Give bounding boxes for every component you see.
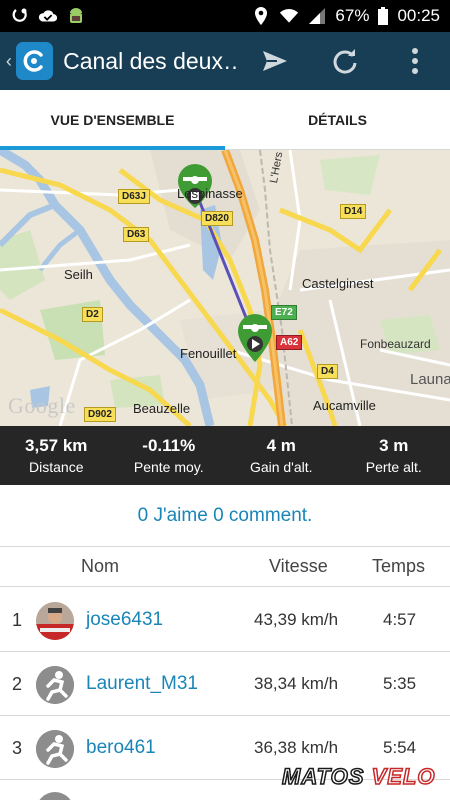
- stat-value: 4 m: [266, 436, 296, 455]
- segment-stats: 3,57 km Distance -0.11% Pente moy. 4 m G…: [0, 426, 450, 485]
- app-logo[interactable]: [15, 42, 54, 80]
- avatar[interactable]: [36, 730, 74, 768]
- location-icon: [255, 7, 268, 25]
- column-header-name[interactable]: Nom: [81, 556, 119, 577]
- tab-overview[interactable]: VUE D'ENSEMBLE: [0, 90, 225, 150]
- table-row[interactable]: 2 Laurent_M31 38,34 km/h 5:35: [0, 652, 450, 716]
- wifi-icon: [280, 9, 299, 23]
- user-photo-icon: [36, 602, 74, 640]
- athlete-name-link[interactable]: bero461: [86, 716, 156, 780]
- stat-label: Gain d'alt.: [249, 459, 313, 475]
- athlete-name-link[interactable]: Laurent_M31: [86, 652, 198, 716]
- stat-label: Perte alt.: [365, 459, 422, 475]
- check-cloud-icon: [38, 10, 58, 22]
- stat-value: -0.11%: [142, 436, 196, 455]
- map-label-fenouillet: Fenouillet: [180, 346, 237, 361]
- road-tag-d4: D4: [317, 364, 338, 379]
- road-tag-d820: D820: [201, 211, 233, 226]
- send-button[interactable]: [240, 32, 310, 90]
- athlete-name-link[interactable]: jose6431: [86, 588, 163, 652]
- rank: 3: [12, 737, 23, 758]
- refresh-icon: [333, 49, 357, 74]
- leaderboard-header: Nom Vitesse Temps: [0, 547, 450, 587]
- battery-icon: [378, 7, 389, 25]
- refresh-button[interactable]: [310, 32, 380, 90]
- send-icon: [263, 51, 287, 71]
- stat-label: Distance: [29, 459, 84, 475]
- watermark-logo: MATOS VELO: [281, 763, 436, 790]
- speed-value: 38,34 km/h: [254, 674, 339, 693]
- status-bar: 67% 00:25: [0, 0, 450, 32]
- stat-distance: 3,57 km Distance: [0, 426, 113, 485]
- app-bar: ‹ Canal des deux…: [0, 32, 450, 90]
- tab-details[interactable]: DÉTAILS: [225, 90, 450, 149]
- time-value: 4:57: [383, 610, 417, 629]
- column-header-speed[interactable]: Vitesse: [269, 556, 328, 577]
- road-tag-e72: E72: [271, 305, 297, 320]
- map-label-seilh: Seilh: [64, 267, 93, 282]
- overflow-menu-button[interactable]: [380, 32, 450, 90]
- sync-icon: [12, 8, 27, 22]
- route-map[interactable]: Lespinasse L'Hers Castelginest Fonbeauza…: [0, 150, 450, 426]
- road-tag-d63: D63: [123, 227, 150, 242]
- android-icon: [70, 8, 82, 23]
- google-attribution: Google: [8, 393, 76, 418]
- back-chevron-icon[interactable]: ‹: [2, 32, 16, 90]
- app-logo-icon: [23, 50, 44, 72]
- table-row[interactable]: 1 jose6431 43,39 km/h 4:57: [0, 588, 450, 652]
- map-label-lespinasse: Lespinasse: [177, 186, 243, 201]
- rank: 1: [12, 609, 23, 630]
- road-tag-d902: D902: [84, 407, 116, 422]
- watermark-part1: MATOS: [281, 763, 365, 790]
- stat-elevation-loss: 3 m Perte alt.: [338, 426, 450, 485]
- rank: 2: [12, 673, 23, 694]
- stat-label: Pente moy.: [133, 459, 204, 475]
- next-row-avatar-partial: [36, 792, 74, 800]
- signal-icon: [309, 8, 326, 24]
- stat-avg-grade: -0.11% Pente moy.: [113, 426, 226, 485]
- overflow-menu-icon: [412, 48, 418, 74]
- speed-value: 43,39 km/h: [254, 610, 339, 629]
- default-cyclist-icon: [36, 730, 74, 768]
- map-label-aucamville: Aucamville: [313, 398, 376, 413]
- stat-elevation-gain: 4 m Gain d'alt.: [225, 426, 338, 485]
- road-tag-a62: A62: [276, 335, 303, 350]
- tab-bar: VUE D'ENSEMBLE DÉTAILS: [0, 90, 450, 150]
- battery-percent: 67%: [335, 6, 370, 25]
- default-cyclist-icon: [36, 666, 74, 704]
- page-title: Canal des deux…: [63, 47, 240, 74]
- map-label-launaguet: Launa: [410, 371, 450, 388]
- map-label-beauzelle: Beauzelle: [133, 401, 191, 416]
- map-label-fonbeauzard: Fonbeauzard: [360, 337, 431, 351]
- watermark-part2: VELO: [371, 763, 436, 790]
- road-tag-d2: D2: [82, 307, 103, 322]
- road-tag-d63j: D63J: [118, 189, 150, 204]
- map-label-castelginest: Castelginest: [302, 276, 374, 291]
- column-header-time[interactable]: Temps: [372, 556, 425, 577]
- road-tag-d14: D14: [340, 204, 367, 219]
- avatar[interactable]: [36, 666, 74, 704]
- avatar[interactable]: [36, 602, 74, 640]
- time-value: 5:35: [383, 674, 417, 693]
- likes-comments-link[interactable]: 0 J'aime 0 comment.: [0, 485, 450, 547]
- stat-value: 3,57 km: [25, 436, 88, 455]
- stat-value: 3 m: [379, 436, 409, 455]
- clock: 00:25: [397, 6, 440, 25]
